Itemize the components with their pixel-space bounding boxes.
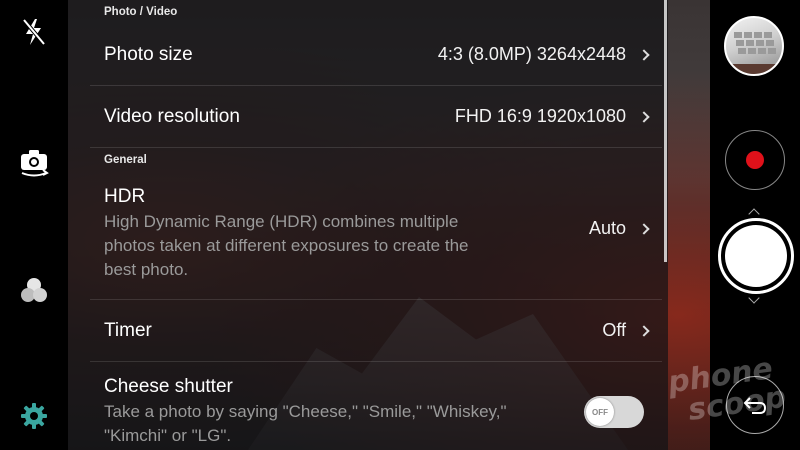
setting-timer[interactable]: Timer Off [90, 300, 662, 362]
settings-icon[interactable] [18, 400, 50, 432]
chevron-right-icon [638, 324, 650, 337]
setting-title: Video resolution [104, 105, 240, 127]
setting-description: High Dynamic Range (HDR) combines multip… [104, 210, 468, 282]
section-header-general: General [104, 154, 147, 166]
setting-text: Cheese shutter Take a photo by saying "C… [104, 376, 507, 448]
record-icon [746, 151, 764, 169]
setting-value: Off [602, 320, 650, 341]
chevron-right-icon [638, 222, 650, 235]
description-line: High Dynamic Range (HDR) combines multip… [104, 212, 459, 231]
setting-video-resolution[interactable]: Video resolution FHD 16:9 1920x1080 [90, 86, 662, 148]
setting-title: HDR [104, 186, 146, 207]
video-resolution-value: FHD 16:9 1920x1080 [454, 106, 626, 126]
description-line: photos taken at different exposures to c… [104, 236, 469, 255]
setting-value: 4:3 (8.0MP) 3264x2448 [437, 44, 650, 65]
toggle-knob: OFF [586, 398, 614, 426]
watermark-logo: phone scoop [666, 351, 797, 450]
camera-settings-list: Photo / Video Photo size 4:3 (8.0MP) 326… [90, 0, 662, 450]
record-button[interactable] [725, 130, 785, 190]
setting-value: FHD 16:9 1920x1080 [454, 106, 650, 127]
setting-value: Auto [588, 218, 650, 239]
shutter-button[interactable] [718, 218, 794, 294]
shutter-inner [725, 225, 787, 287]
switch-camera-icon[interactable] [18, 146, 50, 178]
filter-icon[interactable] [18, 274, 50, 306]
left-toolbar [0, 0, 68, 450]
description-line: "Kimchi" or "LG". [104, 426, 232, 445]
hdr-value: Auto [588, 218, 626, 238]
chevron-down-icon [748, 292, 760, 304]
setting-description: Take a photo by saying "Cheese," "Smile,… [104, 400, 507, 448]
chevron-right-icon [638, 110, 650, 123]
setting-hdr[interactable]: HDR High Dynamic Range (HDR) combines mu… [90, 172, 662, 300]
setting-text: HDR High Dynamic Range (HDR) combines mu… [104, 186, 468, 282]
flash-off-icon[interactable] [18, 16, 50, 48]
section-header-photo-video: Photo / Video [104, 6, 178, 18]
setting-cheese-shutter[interactable]: Cheese shutter Take a photo by saying "C… [90, 362, 662, 450]
setting-photo-size[interactable]: Photo size 4:3 (8.0MP) 3264x2448 [90, 24, 662, 86]
settings-scrollbar[interactable] [664, 0, 667, 262]
description-line: best photo. [104, 260, 189, 279]
setting-title: Cheese shutter [104, 376, 233, 397]
timer-value: Off [602, 320, 626, 340]
cheese-shutter-toggle[interactable]: OFF [584, 396, 644, 428]
chevron-right-icon [638, 48, 650, 61]
photo-size-value: 4:3 (8.0MP) 3264x2448 [437, 44, 626, 64]
setting-title: Photo size [104, 43, 193, 65]
keyboard-thumbnail-icon [726, 32, 782, 74]
gallery-thumbnail[interactable] [724, 16, 784, 76]
setting-title: Timer [104, 319, 152, 341]
description-line: Take a photo by saying "Cheese," "Smile,… [104, 402, 507, 421]
